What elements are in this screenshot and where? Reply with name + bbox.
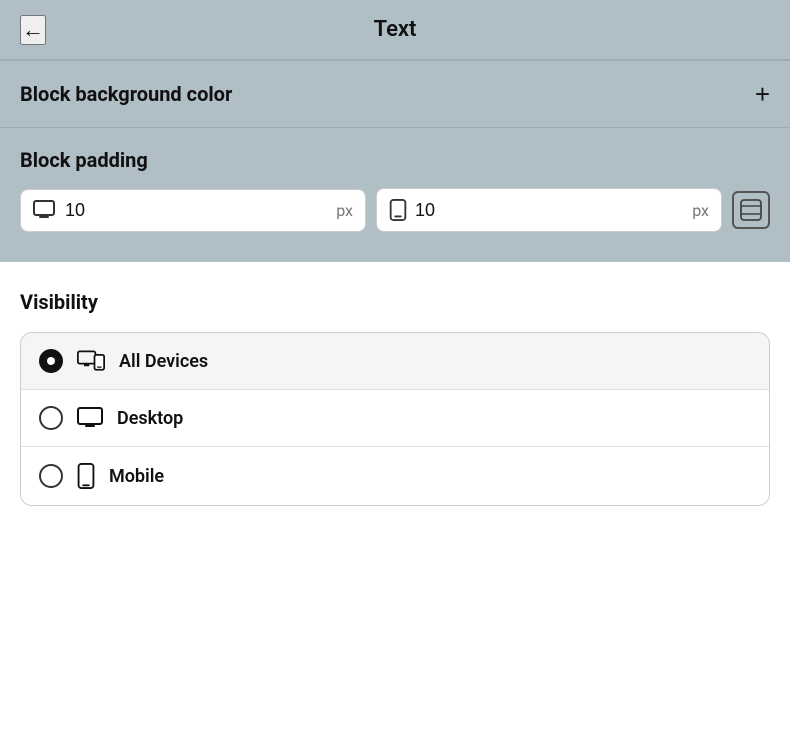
visibility-radio-group: All Devices Desktop Mob <box>20 332 770 506</box>
padding-input-2-box: px <box>376 188 722 232</box>
mobile-icon <box>77 463 95 489</box>
mobile-label: Mobile <box>109 466 164 487</box>
bottom-section: Visibility All Devices <box>0 262 790 526</box>
padding-inputs-row: px px <box>20 188 770 232</box>
desktop-label: Desktop <box>117 408 183 429</box>
padding-input-2[interactable] <box>415 200 465 221</box>
visibility-option-desktop[interactable]: Desktop <box>21 390 769 447</box>
all-devices-icon <box>77 350 105 372</box>
padding-input-1[interactable] <box>65 200 115 221</box>
padding-input-1-box: px <box>20 189 366 232</box>
page-title: Text <box>374 17 417 42</box>
link-padding-button[interactable] <box>732 191 770 229</box>
back-button[interactable]: ← <box>20 15 46 45</box>
radio-all-circle <box>39 349 63 373</box>
padding-unit-2: px <box>692 201 709 220</box>
block-padding-label: Block padding <box>20 148 770 172</box>
radio-mobile-circle <box>39 464 63 488</box>
padding-unit-1: px <box>336 201 353 220</box>
visibility-option-all[interactable]: All Devices <box>21 333 769 390</box>
block-background-color-label: Block background color <box>20 82 232 106</box>
padding-input-2-icon <box>389 199 407 221</box>
link-icon <box>740 199 762 221</box>
visibility-label: Visibility <box>20 290 770 314</box>
page-header: ← Text <box>0 0 790 60</box>
all-devices-label: All Devices <box>119 351 208 372</box>
desktop-icon <box>77 407 103 429</box>
add-background-color-button[interactable]: + <box>755 81 770 107</box>
visibility-option-mobile[interactable]: Mobile <box>21 447 769 505</box>
radio-desktop-circle <box>39 406 63 430</box>
block-background-color-section: Block background color + <box>0 61 790 128</box>
block-padding-section: Block padding px px <box>0 128 790 262</box>
padding-input-1-icon <box>33 200 57 220</box>
